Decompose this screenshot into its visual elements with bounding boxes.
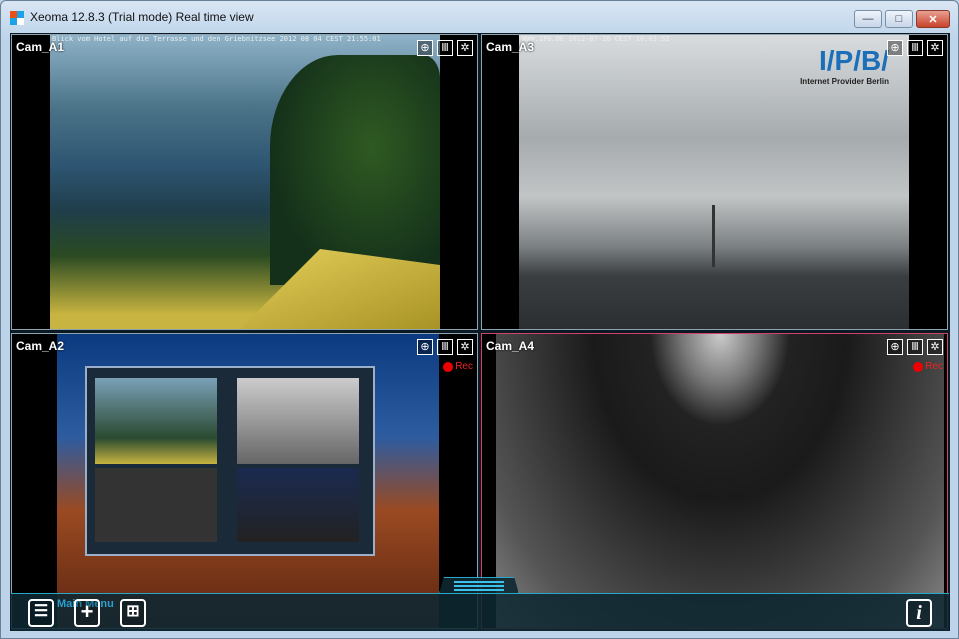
trees [270,55,440,285]
tv-tower [712,205,715,267]
window-title: Xeoma 12.8.3 (Trial mode) Real time view [30,10,254,24]
rec-label: Rec [925,361,943,372]
camera-cell-a3[interactable]: I/P/B/ Internet Provider Berlin WWW.IPB.… [481,34,948,330]
camera-label: Cam_A2 [16,339,65,353]
camera-osd-text: Blick vom Hotel auf die Terrasse und den… [52,35,381,43]
recording-indicator: Rec [913,361,943,372]
rec-dot-icon [443,361,454,372]
camera-feed [50,35,440,329]
gear-icon[interactable]: ✲ [457,339,473,355]
app-window: Xeoma 12.8.3 (Trial mode) Real time view… [0,0,959,639]
list-icon[interactable]: ☰ [28,599,54,627]
plus-icon[interactable]: + [74,599,100,627]
info-button[interactable]: i [906,599,932,627]
archive-icon[interactable]: Ⅲ [437,339,453,355]
xeoma-logo-icon [10,11,24,25]
ptz-crosshair-icon[interactable]: ⊕ [887,339,903,355]
camera-cell-a1[interactable]: Blick vom Hotel auf die Terrasse und den… [11,34,478,330]
gear-icon[interactable]: ✲ [927,40,943,56]
ipb-logo: I/P/B/ Internet Provider Berlin [800,45,889,86]
camera-grid: Blick vom Hotel auf die Terrasse und den… [10,33,950,631]
camera-label: Cam_A4 [486,339,535,353]
camera-feed [496,334,944,628]
camera-cell-a2[interactable]: Cam_A2 ⊕ Ⅲ ✲ Rec [11,333,478,629]
title-bar: Xeoma 12.8.3 (Trial mode) Real time view… [1,1,958,33]
ptz-crosshair-icon[interactable]: ⊕ [417,339,433,355]
logo-subtext: Internet Provider Berlin [800,77,889,86]
maximize-button[interactable]: □ [885,10,913,28]
gear-icon[interactable]: ✲ [457,40,473,56]
camera-feed [57,334,439,628]
recording-indicator: Rec [443,361,473,372]
handle-lines-icon [454,581,504,583]
camera-label: Cam_A3 [486,40,535,54]
gear-icon[interactable]: ✲ [927,339,943,355]
camera-osd-text: WWW.IPB.DE 2012-07-26 CEST 10:03:52 [522,35,670,43]
archive-icon[interactable]: Ⅲ [437,40,453,56]
bottom-toolbar [11,593,949,631]
camera-feed: I/P/B/ Internet Provider Berlin [519,35,909,329]
minimize-button[interactable]: — [854,10,882,28]
close-button[interactable]: ✕ [916,10,950,28]
logo-text: I/P/B/ [818,45,889,76]
ptz-crosshair-icon[interactable]: ⊕ [417,40,433,56]
rec-dot-icon [913,361,924,372]
ptz-crosshair-icon[interactable]: ⊕ [887,40,903,56]
bottom-panel-toggle[interactable] [439,577,519,594]
archive-icon[interactable]: Ⅲ [907,339,923,355]
archive-icon[interactable]: Ⅲ [907,40,923,56]
camera-label: Cam_A1 [16,40,65,54]
nested-xeoma-window [85,366,375,556]
grid-layout-icon[interactable]: ⊞ [120,599,146,627]
camera-cell-a4[interactable]: Cam_A4 ⊕ Ⅲ ✲ Rec [481,333,948,629]
rec-label: Rec [455,361,473,372]
